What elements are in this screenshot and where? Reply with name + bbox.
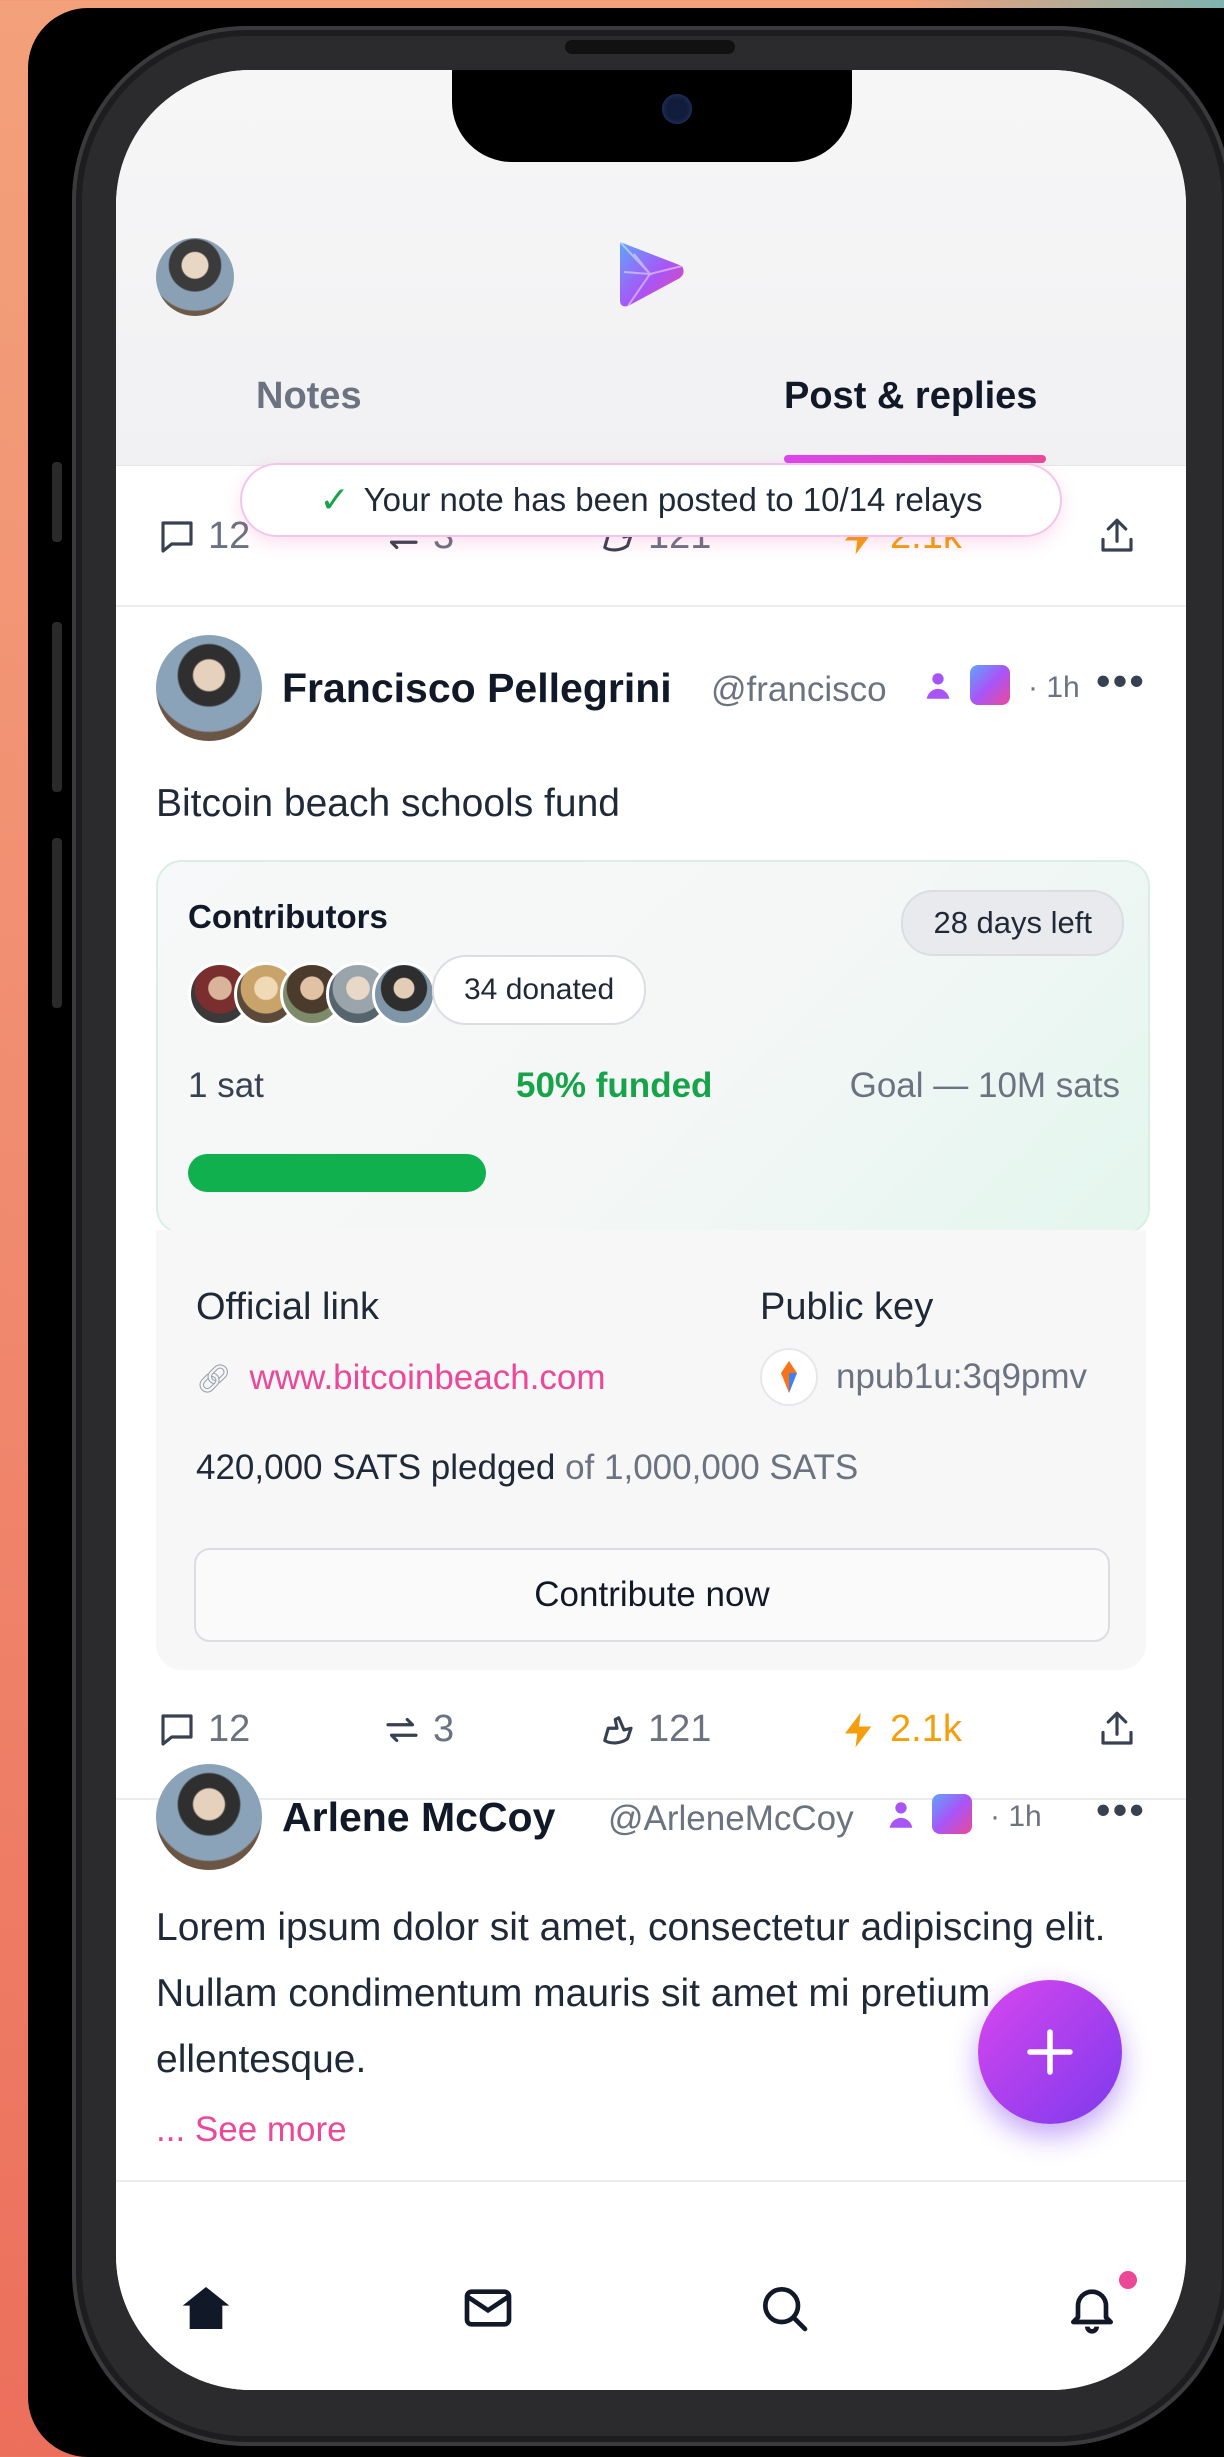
mute-switch: [52, 462, 62, 542]
check-icon: ✓: [319, 479, 350, 520]
lightning-icon: [845, 1712, 872, 1747]
bell-icon[interactable]: [1064, 2280, 1120, 2336]
official-link-label: Official link: [196, 1286, 380, 1328]
goal-label: Goal — 10M sats: [849, 1066, 1120, 1105]
front-camera: [662, 94, 692, 124]
nostr-badge-icon: [932, 1794, 972, 1834]
pledged-amount: 420,000 SATS pledged of 1,000,000 SATS: [196, 1448, 858, 1488]
fund-info-box: Official link Public key 🔗︎ www.bitcoinb…: [156, 1230, 1146, 1670]
official-link-text[interactable]: www.bitcoinbeach.com: [250, 1358, 606, 1398]
reply-button[interactable]: 12: [156, 1708, 250, 1751]
bottom-navigation: [116, 2180, 1186, 2390]
repost-button[interactable]: 3: [381, 1708, 454, 1751]
post-text: Bitcoin beach schools fund: [156, 782, 620, 825]
share-icon: [1101, 1711, 1133, 1745]
pubkey-logo-icon: [781, 1361, 797, 1393]
profile-avatar[interactable]: [156, 238, 234, 316]
author-name[interactable]: Francisco Pellegrini: [282, 665, 672, 712]
author-name[interactable]: Arlene McCoy: [282, 1794, 555, 1841]
like-button[interactable]: 121: [596, 1708, 711, 1751]
funded-percent-label: 50% funded: [516, 1066, 713, 1105]
public-key[interactable]: npub1u:3q9pmv: [760, 1348, 1087, 1406]
donated-count-badge[interactable]: 34 donated: [432, 955, 647, 1025]
public-key-label: Public key: [760, 1286, 934, 1328]
more-options-icon[interactable]: •••: [1096, 1786, 1146, 1834]
new-note-button[interactable]: [978, 1980, 1122, 2124]
reply-count: 12: [208, 1708, 251, 1750]
reply-count: 12: [208, 515, 251, 557]
key-avatar: [760, 1348, 818, 1406]
contributor-avatar: [372, 962, 436, 1026]
post-time: · 1h: [990, 1800, 1042, 1833]
comment-icon: [161, 520, 193, 553]
zap-count: 2.1k: [890, 1708, 962, 1750]
min-amount-label: 1 sat: [188, 1066, 264, 1105]
tab-notes[interactable]: Notes: [256, 375, 362, 418]
zap-button[interactable]: 2.1k: [838, 1708, 962, 1751]
like-count: 121: [648, 1708, 712, 1750]
app-logo-icon: [619, 241, 684, 307]
pledged-of-text: of 1,000,000 SATS: [565, 1448, 859, 1487]
speaker-grille: [565, 40, 735, 54]
repost-icon: [386, 1717, 418, 1742]
post-time: · 1h: [1028, 671, 1080, 704]
author-avatar[interactable]: [156, 1764, 262, 1870]
contribute-now-button[interactable]: Contribute now: [194, 1548, 1110, 1642]
author-handle[interactable]: @francisco: [711, 670, 887, 710]
post-header: Francisco Pellegrini @francisco · 1h •••: [156, 635, 1146, 745]
divider: [116, 605, 1186, 607]
shaka-icon: [603, 1715, 633, 1744]
funding-progress-fill: [188, 1154, 486, 1192]
reply-button[interactable]: 12: [156, 515, 250, 558]
app-screen: Notes Post & replies ✓ Your note has bee…: [116, 70, 1186, 2390]
author-handle[interactable]: @ArleneMcCoy: [608, 1799, 854, 1839]
funding-progress-bar: [188, 1154, 1118, 1192]
days-left-badge: 28 days left: [901, 890, 1124, 956]
verified-user-icon: [889, 1802, 913, 1828]
volume-down-button: [52, 838, 62, 1008]
share-button[interactable]: [1096, 515, 1138, 557]
active-tab-indicator: [784, 455, 1046, 463]
repost-count: 3: [433, 1708, 455, 1750]
home-icon[interactable]: [178, 2280, 234, 2336]
see-more-link[interactable]: ... See more: [156, 2110, 347, 2150]
more-options-icon[interactable]: •••: [1096, 657, 1146, 705]
notification-dot: [1116, 2268, 1140, 2292]
comment-icon: [161, 1713, 193, 1746]
public-key-text: npub1u:3q9pmv: [836, 1357, 1088, 1396]
plus-icon: [1027, 2029, 1073, 2075]
official-link[interactable]: 🔗︎ www.bitcoinbeach.com: [196, 1358, 606, 1398]
share-icon: [1101, 518, 1133, 552]
link-icon: 🔗︎: [196, 1362, 232, 1394]
mail-icon[interactable]: [460, 2280, 516, 2336]
tab-posts-replies[interactable]: Post & replies: [784, 375, 1037, 418]
author-avatar[interactable]: [156, 635, 262, 741]
share-button[interactable]: [1096, 1708, 1138, 1750]
verified-user-icon: [926, 673, 950, 699]
fundraiser-card: Contributors 28 days left 34 donated 1 s…: [156, 860, 1150, 1234]
search-icon[interactable]: [756, 2280, 812, 2336]
toast-text: Your note has been posted to 10/14 relay…: [363, 481, 983, 518]
post-header-2: Arlene McCoy @ArleneMcCoy · 1h •••: [156, 1764, 1146, 1874]
nostr-badge-icon: [970, 665, 1010, 705]
notch: [452, 70, 852, 162]
posted-toast: ✓ Your note has been posted to 10/14 rel…: [242, 465, 1060, 535]
volume-up-button: [52, 622, 62, 792]
pledged-text: 420,000 SATS pledged: [196, 1448, 556, 1487]
contributors-label: Contributors: [188, 898, 388, 935]
